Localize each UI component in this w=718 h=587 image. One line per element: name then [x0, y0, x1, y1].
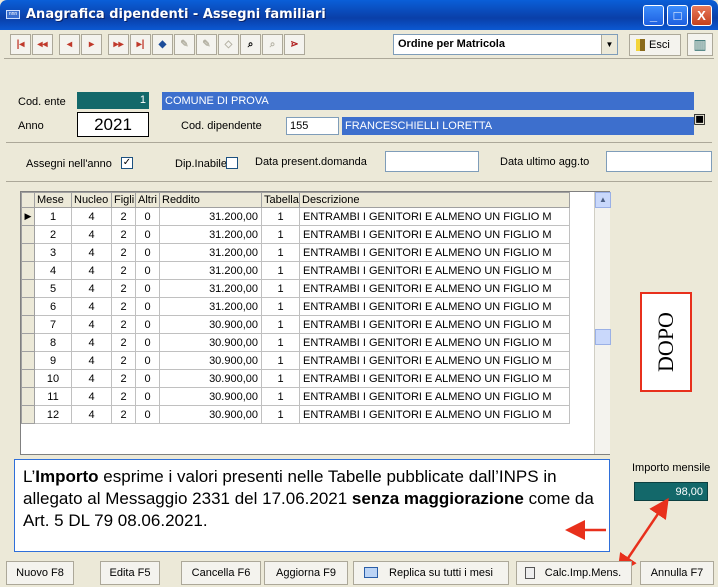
replica-label: Replica su tutti i mesi: [389, 567, 493, 579]
aggiorna-button[interactable]: Aggiorna F9: [264, 561, 348, 585]
replica-button[interactable]: Replica su tutti i mesi: [353, 561, 509, 585]
calc-label: Calc.Imp.Mens.: [544, 567, 622, 579]
annulla-button[interactable]: Annulla F7: [640, 561, 714, 585]
nuovo-button[interactable]: Nuovo F8: [6, 561, 74, 585]
edita-button[interactable]: Edita F5: [100, 561, 160, 585]
calc-imp-button[interactable]: Calc.Imp.Mens.: [516, 561, 632, 585]
footer-bar: Nuovo F8 Edita F5 Cancella F6 Aggiorna F…: [0, 557, 718, 587]
calculator-icon: [525, 567, 535, 579]
cancella-button[interactable]: Cancella F6: [181, 561, 261, 585]
annotation-arrows: [565, 497, 669, 575]
replica-icon: [364, 567, 378, 578]
